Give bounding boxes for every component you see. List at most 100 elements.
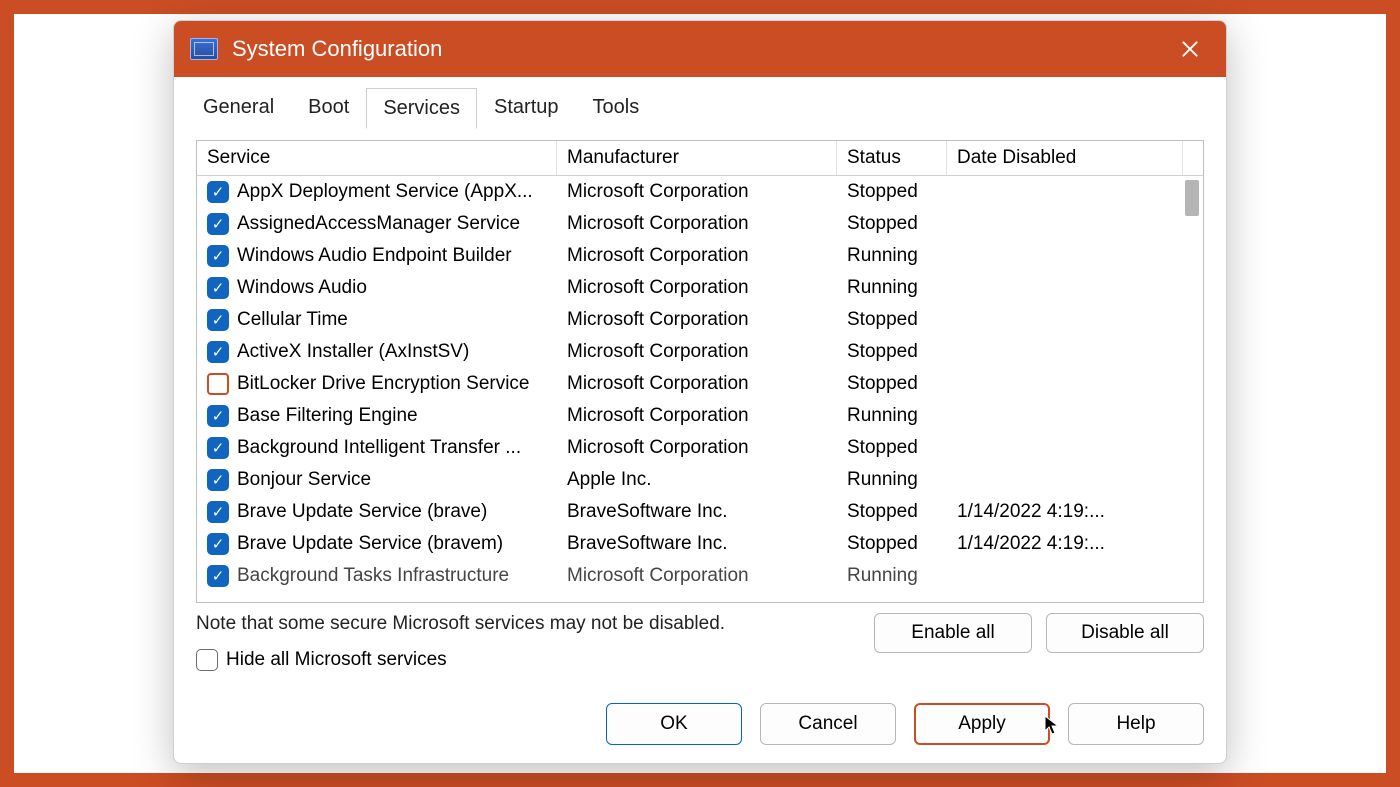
service-status: Stopped (837, 211, 947, 237)
service-status: Stopped (837, 371, 947, 397)
service-name: Brave Update Service (brave) (237, 501, 487, 523)
service-date-disabled (947, 254, 1183, 258)
service-date-disabled (947, 286, 1183, 290)
service-date-disabled (947, 574, 1183, 578)
service-checkbox[interactable]: ✓ (207, 277, 229, 299)
services-table: Service Manufacturer Status Date Disable… (196, 140, 1204, 603)
service-manufacturer: BraveSoftware Inc. (557, 531, 837, 557)
cancel-button[interactable]: Cancel (760, 703, 896, 745)
service-manufacturer: Microsoft Corporation (557, 371, 837, 397)
service-checkbox[interactable]: ✓ (207, 437, 229, 459)
disable-all-button[interactable]: Disable all (1046, 613, 1204, 653)
table-row[interactable]: ✓ Bonjour Service Apple Inc.Running (197, 464, 1203, 496)
service-checkbox[interactable]: ✓ (207, 469, 229, 491)
col-status[interactable]: Status (837, 141, 947, 175)
service-checkbox[interactable]: ✓ (207, 245, 229, 267)
service-manufacturer: Microsoft Corporation (557, 275, 837, 301)
table-row[interactable]: BitLocker Drive Encryption Service Micros… (197, 368, 1203, 400)
service-date-disabled (947, 414, 1183, 418)
col-service[interactable]: Service (197, 141, 557, 175)
service-date-disabled (947, 318, 1183, 322)
service-manufacturer: Microsoft Corporation (557, 563, 837, 589)
service-status: Stopped (837, 339, 947, 365)
table-row[interactable]: ✓ Background Tasks Infrastructure Microsof… (197, 560, 1203, 592)
service-name: BitLocker Drive Encryption Service (237, 373, 530, 395)
service-name: Background Tasks Infrastructure (237, 565, 509, 587)
service-name: Cellular Time (237, 309, 348, 331)
service-status: Running (837, 243, 947, 269)
service-checkbox[interactable]: ✓ (207, 341, 229, 363)
service-status: Running (837, 467, 947, 493)
apply-button[interactable]: Apply (914, 703, 1050, 745)
tab-general[interactable]: General (186, 87, 291, 128)
service-checkbox[interactable]: ✓ (207, 309, 229, 331)
service-status: Stopped (837, 307, 947, 333)
tab-services[interactable]: Services (366, 88, 477, 129)
window-title: System Configuration (232, 36, 1170, 62)
table-row[interactable]: ✓ Brave Update Service (bravem) BraveSoftw… (197, 528, 1203, 560)
dialog-footer: OK Cancel Apply Help (174, 685, 1226, 763)
service-status: Stopped (837, 435, 947, 461)
col-manufacturer[interactable]: Manufacturer (557, 141, 837, 175)
table-row[interactable]: ✓ Base Filtering Engine Microsoft Corporat… (197, 400, 1203, 432)
service-name: Brave Update Service (bravem) (237, 533, 503, 555)
service-status: Stopped (837, 499, 947, 525)
table-row[interactable]: ✓ AppX Deployment Service (AppX... Microso… (197, 176, 1203, 208)
ok-button[interactable]: OK (606, 703, 742, 745)
tab-strip: General Boot Services Startup Tools (174, 77, 1226, 128)
service-status: Stopped (837, 179, 947, 205)
tab-startup[interactable]: Startup (477, 87, 575, 128)
service-name: ActiveX Installer (AxInstSV) (237, 341, 469, 363)
table-row[interactable]: ✓Windows Audio Endpoint BuilderMicrosoft… (197, 240, 1203, 272)
service-manufacturer: Microsoft Corporation (557, 307, 837, 333)
service-date-disabled (947, 478, 1183, 482)
table-row[interactable]: ✓ AssignedAccessManager Service Microsoft … (197, 208, 1203, 240)
service-manufacturer: Apple Inc. (557, 467, 837, 493)
service-manufacturer: Microsoft Corporation (557, 211, 837, 237)
service-date-disabled (947, 190, 1183, 194)
service-status: Running (837, 563, 947, 589)
app-icon (190, 38, 218, 60)
service-manufacturer: BraveSoftware Inc. (557, 499, 837, 525)
service-checkbox[interactable]: ✓ (207, 405, 229, 427)
service-date-disabled (947, 350, 1183, 354)
help-button[interactable]: Help (1068, 703, 1204, 745)
service-checkbox[interactable]: ✓ (207, 533, 229, 555)
scrollbar-thumb[interactable] (1185, 180, 1199, 216)
tab-tools[interactable]: Tools (576, 87, 657, 128)
service-manufacturer: Microsoft Corporation (557, 179, 837, 205)
service-date-disabled: 1/14/2022 4:19:... (947, 499, 1183, 525)
table-row[interactable]: ✓ Background Intelligent Transfer ... Micr… (197, 432, 1203, 464)
tab-boot[interactable]: Boot (291, 87, 366, 128)
enable-all-button[interactable]: Enable all (874, 613, 1032, 653)
service-checkbox[interactable]: ✓ (207, 565, 229, 587)
service-name: Base Filtering Engine (237, 405, 418, 427)
col-date-disabled[interactable]: Date Disabled (947, 141, 1183, 175)
service-name: AssignedAccessManager Service (237, 213, 520, 235)
service-date-disabled (947, 222, 1183, 226)
service-status: Running (837, 403, 947, 429)
service-checkbox[interactable]: ✓ (207, 213, 229, 235)
service-name: AppX Deployment Service (AppX... (237, 181, 533, 203)
service-name: Windows Audio (237, 277, 367, 299)
service-status: Running (837, 275, 947, 301)
service-date-disabled (947, 382, 1183, 386)
service-manufacturer: Microsoft Corporation (557, 243, 837, 269)
table-row[interactable]: ✓ActiveX Installer (AxInstSV)Microsoft C… (197, 336, 1203, 368)
table-row[interactable]: ✓ Brave Update Service (brave) BraveSoftwa… (197, 496, 1203, 528)
service-manufacturer: Microsoft Corporation (557, 403, 837, 429)
service-checkbox[interactable]: ✓ (207, 501, 229, 523)
service-checkbox[interactable]: ✓ (207, 181, 229, 203)
service-date-disabled: 1/14/2022 4:19:... (947, 531, 1183, 557)
close-icon[interactable] (1170, 29, 1210, 69)
service-manufacturer: Microsoft Corporation (557, 435, 837, 461)
titlebar: System Configuration (174, 21, 1226, 77)
service-status: Stopped (837, 531, 947, 557)
service-date-disabled (947, 446, 1183, 450)
service-checkbox[interactable] (207, 373, 229, 395)
hide-ms-services-checkbox[interactable] (196, 649, 218, 671)
table-row[interactable]: ✓ Windows Audio Microsoft CorporationRunni… (197, 272, 1203, 304)
table-row[interactable]: ✓ Cellular Time Microsoft CorporationStopp… (197, 304, 1203, 336)
service-name: Background Intelligent Transfer ... (237, 437, 521, 459)
service-name: Bonjour Service (237, 469, 371, 491)
